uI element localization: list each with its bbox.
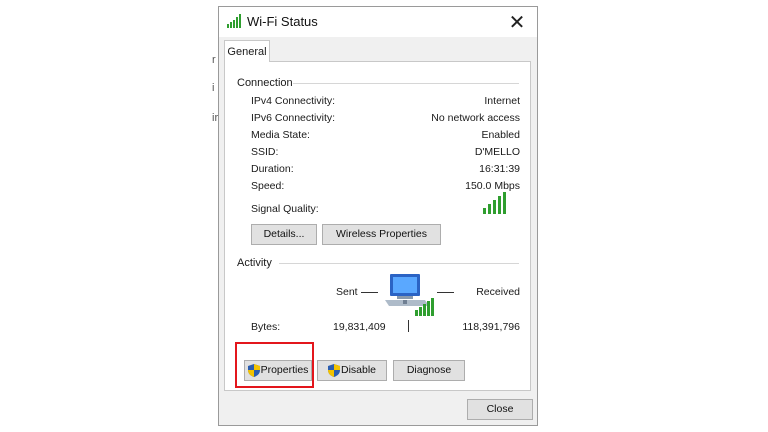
sent-line: [361, 292, 378, 293]
bytes-label: Bytes:: [251, 321, 281, 333]
window-title: Wi-Fi Status: [247, 14, 318, 29]
ssid-label: SSID:: [251, 146, 279, 158]
signal-quality-label: Signal Quality:: [251, 203, 319, 215]
uac-shield-icon: [327, 363, 340, 377]
connection-heading: Connection: [237, 77, 293, 89]
duration-value: 16:31:39: [479, 163, 520, 175]
duration-label: Duration:: [251, 163, 294, 175]
network-computer-icon: [385, 274, 434, 316]
speed-label: Speed:: [251, 180, 285, 192]
ipv4-value: Internet: [484, 95, 520, 107]
wireless-properties-button[interactable]: Wireless Properties: [322, 224, 441, 245]
signal-quality-icon: [483, 192, 506, 214]
title-bar[interactable]: Wi-Fi Status ✕: [219, 7, 537, 37]
bytes-sent-value: 19,831,409: [333, 321, 386, 333]
received-line: [437, 292, 454, 293]
media-state-label: Media State:: [251, 129, 310, 141]
ssid-value: D'MELLO: [474, 146, 520, 158]
details-button[interactable]: Details...: [251, 224, 317, 245]
wifi-signal-icon: [227, 14, 241, 28]
connection-divider: [293, 83, 519, 84]
properties-highlight-box: [235, 342, 314, 388]
close-icon[interactable]: ✕: [505, 11, 529, 35]
media-state-value: Enabled: [481, 129, 520, 141]
background-text-fragment: r: [212, 54, 216, 66]
activity-divider: [279, 263, 519, 264]
sent-label: Sent: [336, 286, 358, 298]
ipv6-value: No network access: [431, 112, 520, 124]
speed-value: 150.0 Mbps: [465, 180, 520, 192]
ipv4-label: IPv4 Connectivity:: [251, 95, 336, 107]
background-text-fragment: i: [212, 82, 215, 94]
bytes-separator: [408, 320, 409, 332]
activity-heading: Activity: [237, 257, 272, 269]
close-button[interactable]: Close: [467, 399, 533, 420]
diagnose-button[interactable]: Diagnose: [393, 360, 465, 381]
ipv6-label: IPv6 Connectivity:: [251, 112, 336, 124]
tab-general[interactable]: General: [224, 40, 270, 62]
disable-button-label: Disable: [340, 364, 377, 376]
bytes-received-value: 118,391,796: [462, 321, 520, 333]
received-label: Received: [476, 286, 520, 298]
disable-button[interactable]: Disable: [317, 360, 387, 381]
